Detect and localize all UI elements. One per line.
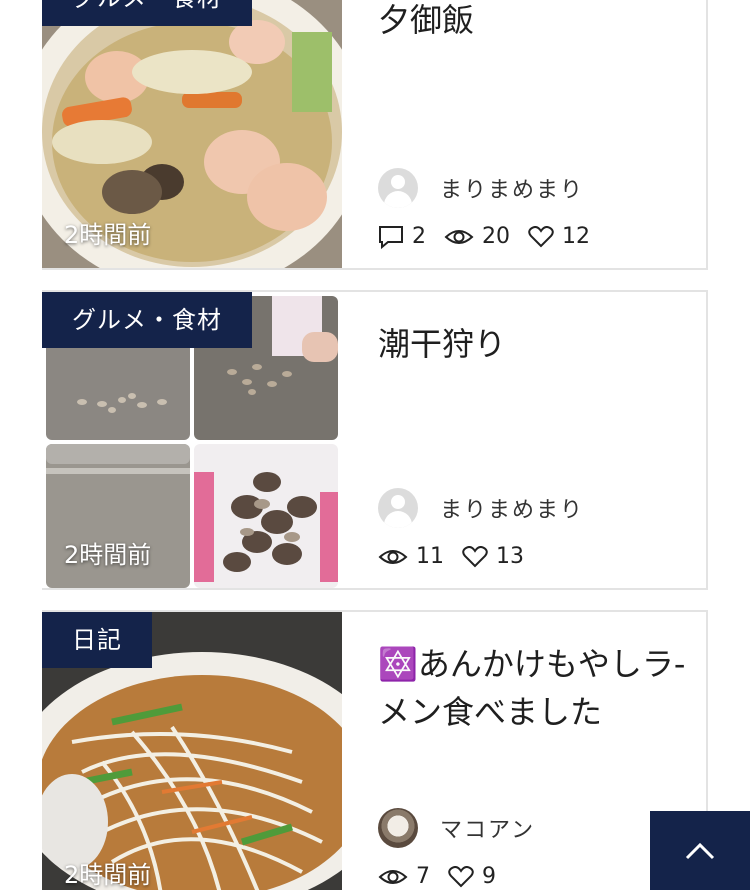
view-count: 11: [378, 544, 444, 569]
stats: 11 13: [378, 544, 542, 569]
heart-icon: [528, 225, 554, 247]
author[interactable]: マコアン: [378, 808, 535, 848]
post-time: 2時間前: [64, 861, 152, 889]
article-body: 夕御飯 まりまめまり 2 20 12: [342, 0, 706, 268]
category-badge: グルメ・食材: [42, 292, 252, 348]
view-count: 7: [378, 864, 430, 889]
eye-icon: [378, 549, 408, 564]
article-thumbnail[interactable]: グルメ・食材 2時間前: [42, 292, 342, 588]
article-card[interactable]: 日記 2時間前 🔯あんかけもやしラ-メン食べました マコアン 7 9: [42, 610, 708, 890]
article-body: 潮干狩り まりまめまり 11 13: [342, 292, 706, 588]
comment-icon: [379, 225, 403, 249]
article-thumbnail[interactable]: グルメ・食材 2時間前: [42, 0, 342, 268]
post-time: 2時間前: [64, 541, 152, 569]
article-title[interactable]: 🔯あんかけもやしラ-メン食べました: [378, 640, 686, 736]
chevron-up-icon: [685, 842, 715, 859]
author-name: マコアン: [440, 818, 536, 843]
author-name: まりまめまり: [440, 498, 585, 523]
comment-count: 2: [378, 224, 426, 249]
category-badge: 日記: [42, 612, 152, 668]
author[interactable]: まりまめまり: [378, 488, 584, 528]
category-badge: グルメ・食材: [42, 0, 252, 26]
like-count[interactable]: 13: [462, 544, 524, 569]
article-thumbnail[interactable]: 日記 2時間前: [42, 612, 342, 890]
avatar: [378, 168, 418, 208]
heart-icon: [448, 865, 474, 887]
avatar: [378, 488, 418, 528]
author[interactable]: まりまめまり: [378, 168, 584, 208]
scroll-to-top-button[interactable]: [650, 811, 750, 890]
stats: 2 20 12: [378, 224, 608, 249]
like-count[interactable]: 9: [448, 864, 496, 889]
article-title[interactable]: 潮干狩り: [378, 320, 686, 368]
article-list-page: グルメ・食材 2時間前 夕御飯 まりまめまり 2: [0, 0, 750, 890]
eye-icon: [444, 229, 474, 244]
eye-icon: [378, 869, 408, 884]
stats: 7 9: [378, 864, 514, 889]
view-count: 20: [444, 224, 510, 249]
author-name: まりまめまり: [440, 178, 585, 203]
like-count[interactable]: 12: [528, 224, 590, 249]
article-title[interactable]: 夕御飯: [378, 0, 686, 44]
post-time: 2時間前: [64, 221, 152, 249]
heart-icon: [462, 545, 488, 567]
article-card[interactable]: グルメ・食材 2時間前 夕御飯 まりまめまり 2: [42, 0, 708, 270]
article-card[interactable]: グルメ・食材 2時間前 潮干狩り まりまめまり 11 13: [42, 290, 708, 590]
avatar: [378, 808, 418, 848]
